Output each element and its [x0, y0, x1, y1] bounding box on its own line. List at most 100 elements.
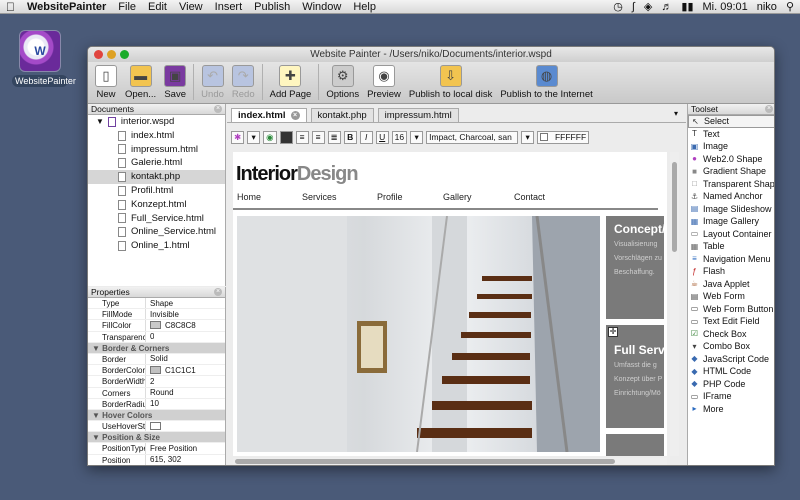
property-value[interactable]: 0 — [146, 332, 154, 342]
style-picker-button[interactable]: ✱ — [231, 130, 245, 144]
tool-web-form-button[interactable]: ▭ Web Form Button — [688, 303, 774, 316]
tool-layout-container[interactable]: ▭ Layout Container — [688, 228, 774, 241]
spotlight-icon[interactable]: ⚲ — [786, 0, 794, 13]
tree-item-full-service-html[interactable]: Full_Service.html — [88, 212, 225, 226]
menu-insert[interactable]: Insert — [209, 0, 249, 14]
tool-gradient-shape[interactable]: ■ Gradient Shape — [688, 165, 774, 178]
full-service-box[interactable]: ✛ Full Servi Umfasst die g Konzept über P… — [606, 325, 664, 428]
tool-java-applet[interactable]: ☕ Java Applet — [688, 278, 774, 291]
property-row-usehoverstyles[interactable]: UseHoverStyles — [88, 421, 225, 433]
property-section-position-size[interactable]: ▼ Position & Size — [88, 432, 225, 444]
property-row-borderwidth[interactable]: BorderWidth 2 — [88, 376, 225, 388]
property-row-transparency[interactable]: Transparency 0 — [88, 331, 225, 343]
align-left-icon[interactable]: ≡ — [295, 130, 309, 144]
horizontal-scroll-thumb[interactable] — [235, 459, 615, 464]
tool-check-box[interactable]: ☑ Check Box — [688, 328, 774, 341]
menu-help[interactable]: Help — [347, 0, 382, 14]
nav-divider[interactable] — [233, 208, 658, 210]
property-value[interactable]: Invisible — [146, 309, 179, 319]
site-nav-gallery[interactable]: Gallery — [443, 192, 472, 202]
font-size-field[interactable]: 16 — [391, 130, 408, 144]
tree-item-galerie-html[interactable]: Galerie.html — [88, 156, 225, 170]
vertical-scroll-thumb[interactable] — [672, 162, 677, 252]
tool-more[interactable]: ▸ More — [688, 403, 774, 416]
tool-web2-0-shape[interactable]: ● Web2.0 Shape — [688, 153, 774, 166]
link-icon[interactable]: ◉ — [263, 130, 277, 144]
move-handle-icon[interactable]: ✛ — [608, 327, 618, 337]
bold-button[interactable]: B — [343, 130, 357, 144]
new-button[interactable]: ▯ New — [91, 65, 121, 100]
property-value[interactable]: 615, 302 — [146, 455, 181, 465]
tool-text-edit-field[interactable]: ▭ Text Edit Field — [688, 315, 774, 328]
vertical-scrollbar[interactable] — [670, 152, 679, 456]
property-value[interactable] — [146, 421, 165, 431]
tree-item-online-service-html[interactable]: Online_Service.html — [88, 225, 225, 239]
tool-select[interactable]: ↖ Select — [688, 115, 774, 128]
property-section-hover-colors[interactable]: ▼ Hover Colors — [88, 409, 225, 422]
property-value[interactable]: Round — [146, 388, 174, 398]
tool-html-code[interactable]: ◆ HTML Code — [688, 365, 774, 378]
property-row-border[interactable]: Border Solid — [88, 353, 225, 366]
property-value[interactable]: Solid — [146, 354, 168, 364]
tree-root[interactable]: ▼ interior.wspd — [88, 115, 225, 129]
font-family-dropdown-icon[interactable]: ▾ — [521, 130, 535, 144]
tool-navigation-menu[interactable]: ≡ Navigation Menu — [688, 253, 774, 266]
user-menu[interactable]: niko — [757, 1, 777, 13]
page-canvas[interactable]: InteriorDesign Home Services Profile Galler… — [233, 152, 667, 456]
publish-to-the-internet-button[interactable]: ◍ Publish to the Internet — [496, 65, 596, 100]
style-dropdown-icon[interactable]: ▾ — [247, 130, 261, 144]
property-row-fillcolor[interactable]: FillColor C8C8C8 — [88, 320, 225, 332]
tool-transparent-shape[interactable]: □ Transparent Shape — [688, 178, 774, 191]
tool-web-form[interactable]: ▤ Web Form — [688, 290, 774, 303]
clock[interactable]: Mi. 09:01 — [703, 1, 748, 13]
align-center-icon[interactable]: ≡ — [311, 130, 325, 144]
property-row-borderradius[interactable]: BorderRadius10 — [88, 398, 225, 410]
add-page-button[interactable]: ✚ Add Page — [266, 65, 316, 100]
property-row-bordercolor[interactable]: BorderColor C1C1C1 — [88, 365, 225, 377]
tool-image-slideshow[interactable]: ▤ Image Slideshow — [688, 203, 774, 216]
property-row-positiontype[interactable]: PositionType Free Position — [88, 443, 225, 455]
property-value[interactable]: 10 — [146, 399, 159, 409]
underline-button[interactable]: U — [375, 130, 389, 144]
close-window-button[interactable] — [94, 50, 103, 59]
staircase-photo[interactable] — [237, 215, 600, 453]
property-row-fillmode[interactable]: FillMode Invisible — [88, 309, 225, 321]
menu-edit[interactable]: Edit — [142, 0, 173, 14]
close-documents-panel-icon[interactable]: × — [214, 105, 222, 113]
volume-icon[interactable]: ♬ — [661, 1, 672, 13]
battery-icon[interactable]: ▮▮ — [681, 0, 693, 13]
site-nav-profile[interactable]: Profile — [377, 192, 403, 202]
tool-php-code[interactable]: ◆ PHP Code — [688, 378, 774, 391]
site-nav-home[interactable]: Home — [237, 192, 261, 202]
tree-item-konzept-html[interactable]: Konzept.html — [88, 198, 225, 212]
tabs-overflow-icon[interactable]: ▾ — [674, 109, 678, 118]
tool-image[interactable]: ▣ Image — [688, 140, 774, 153]
app-menu[interactable]: WebsitePainter — [21, 0, 112, 14]
tree-item-kontakt-php[interactable]: kontakt.php — [88, 170, 225, 184]
menu-view[interactable]: View — [173, 0, 209, 14]
close-tab-icon[interactable]: × — [290, 111, 300, 120]
close-properties-panel-icon[interactable]: × — [214, 288, 222, 296]
open-button[interactable]: ▬ Open... — [121, 65, 160, 100]
property-value[interactable]: C8C8C8 — [146, 320, 196, 330]
publish-to-local-disk-button[interactable]: ⇩ Publish to local disk — [405, 65, 496, 100]
property-row-position[interactable]: Position 615, 302 — [88, 454, 225, 465]
desktop-app-icon[interactable]: W WebsitePainter — [12, 30, 76, 87]
text-color-button[interactable]: FFFFFF — [537, 130, 590, 144]
disclosure-triangle-icon[interactable]: ▼ — [96, 115, 104, 129]
font-family-field[interactable]: Impact, Charcoal, san — [426, 130, 519, 144]
checkbox[interactable] — [150, 422, 161, 431]
concept-box[interactable]: Concept/ Visualisierung Vorschlägen zu Bes… — [606, 216, 664, 319]
font-size-dropdown-icon[interactable]: ▾ — [410, 130, 424, 144]
italic-button[interactable]: I — [359, 130, 373, 144]
preview-button[interactable]: ◉ Preview — [363, 65, 405, 100]
menu-window[interactable]: Window — [296, 0, 347, 14]
property-value[interactable]: Shape — [146, 298, 173, 308]
tree-item-index-html[interactable]: index.html — [88, 129, 225, 143]
tool-iframe[interactable]: ▭ IFrame — [688, 390, 774, 403]
tree-item-online-1-html[interactable]: Online_1.html — [88, 239, 225, 253]
close-toolset-panel-icon[interactable]: × — [765, 105, 773, 113]
site-nav-contact[interactable]: Contact — [514, 192, 545, 202]
third-box[interactable] — [606, 434, 664, 456]
property-row-corners[interactable]: Corners Round — [88, 387, 225, 399]
